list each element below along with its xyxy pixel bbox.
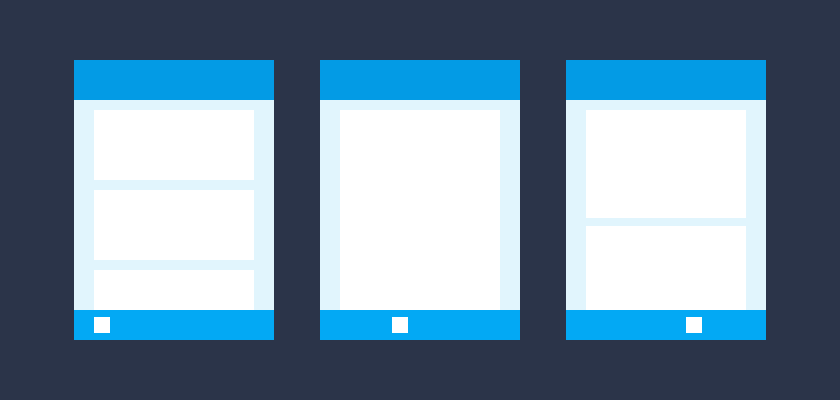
phone-mockup-2 (320, 60, 520, 340)
card-1 (586, 110, 746, 218)
phone-mockup-1 (74, 60, 274, 340)
bottom-nav-bar (566, 310, 766, 340)
content-area (320, 100, 520, 310)
phone-mockup-3 (566, 60, 766, 340)
content-area (566, 100, 766, 310)
app-bar (566, 60, 766, 100)
bottom-nav-bar (320, 310, 520, 340)
content-area (74, 100, 274, 310)
diagram-canvas (0, 0, 840, 400)
app-bar (320, 60, 520, 100)
bottom-nav-bar (74, 310, 274, 340)
nav-square-icon (686, 317, 702, 333)
card-1 (94, 110, 254, 180)
app-bar (74, 60, 274, 100)
card-2 (586, 226, 746, 310)
nav-square-icon (94, 317, 110, 333)
card-1 (340, 110, 500, 310)
card-3 (94, 270, 254, 310)
nav-square-icon (392, 317, 408, 333)
card-2 (94, 190, 254, 260)
